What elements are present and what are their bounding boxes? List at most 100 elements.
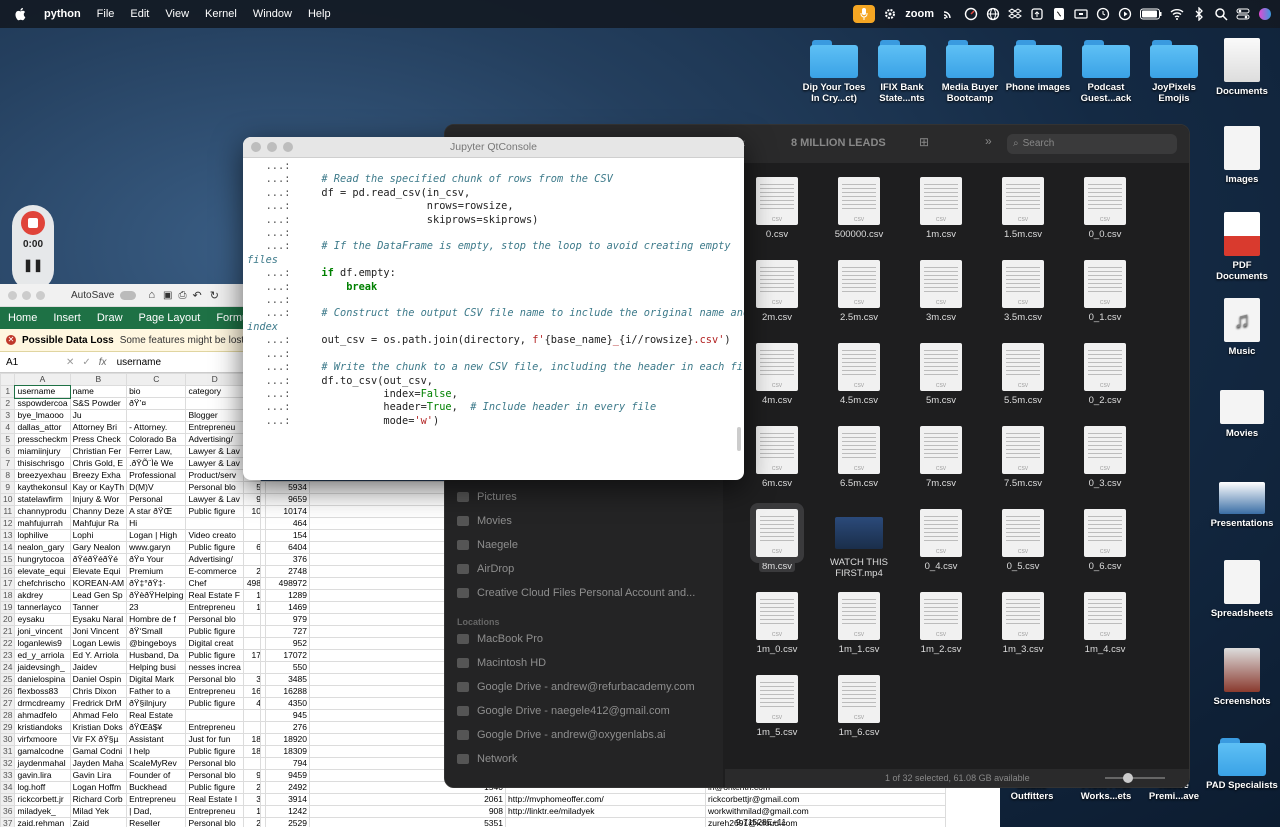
column-header[interactable]: C <box>126 373 187 386</box>
table-cell[interactable]: 154 <box>265 529 310 542</box>
table-cell[interactable]: Lawyer & Lav <box>185 493 244 506</box>
file-csv[interactable]: CSV 6m.csv <box>739 426 815 489</box>
redo-icon[interactable]: ↻ <box>210 289 219 302</box>
table-cell[interactable]: Public figure <box>185 505 244 518</box>
table-cell[interactable]: Public figure <box>185 697 244 710</box>
file-csv[interactable]: CSV 8m.csv <box>739 503 815 572</box>
table-cell[interactable]: virfxmoore <box>14 733 71 746</box>
table-cell[interactable]: Colorado Ba <box>126 433 187 446</box>
row-header[interactable]: 36 <box>0 805 16 818</box>
table-cell[interactable]: loganlewis9 <box>14 637 71 650</box>
table-cell[interactable]: Reseller <box>126 817 187 827</box>
globe-icon[interactable] <box>986 7 1000 21</box>
table-cell[interactable]: Jayden Maha <box>69 757 128 770</box>
table-cell[interactable]: Advertising/ <box>185 433 244 446</box>
table-cell[interactable]: Helping busi <box>126 661 187 674</box>
table-cell[interactable]: 952 <box>242 637 260 650</box>
table-cell[interactable]: Public figure <box>185 745 244 758</box>
table-cell[interactable]: 18309 <box>265 745 310 758</box>
table-cell[interactable]: breezyexhau <box>14 469 71 482</box>
row-header[interactable]: 29 <box>0 721 16 734</box>
table-cell[interactable]: 9659 <box>265 493 310 506</box>
table-cell[interactable]: 727 <box>242 625 260 638</box>
table-cell[interactable]: www.garyn <box>126 541 187 554</box>
table-cell[interactable]: 464 <box>242 517 260 530</box>
table-cell[interactable]: Joni Vincent <box>69 625 128 638</box>
row-header[interactable]: 16 <box>0 565 16 578</box>
table-cell[interactable]: Entrepreneu <box>185 721 244 734</box>
table-cell[interactable]: Tanner <box>69 601 128 614</box>
cast-icon[interactable] <box>942 7 956 21</box>
table-cell[interactable]: 727 <box>265 625 310 638</box>
table-cell[interactable]: 2748 <box>242 565 260 578</box>
row-header[interactable]: 8 <box>0 469 16 482</box>
file-csv[interactable]: CSV 1m_1.csv <box>821 592 897 655</box>
table-cell[interactable]: username <box>13 384 72 399</box>
table-cell[interactable]: Assistant <box>126 733 187 746</box>
row-header[interactable]: 9 <box>0 481 16 494</box>
table-cell[interactable]: Gary Nealon <box>69 541 128 554</box>
table-cell[interactable]: Father to a <box>126 685 187 698</box>
file-csv[interactable]: CSV 5m.csv <box>903 343 979 406</box>
table-cell[interactable]: 276 <box>242 721 260 734</box>
table-cell[interactable]: 498972 <box>265 577 310 590</box>
table-cell[interactable]: 1469 <box>265 601 310 614</box>
file-csv[interactable]: CSV 0_2.csv <box>1067 343 1143 406</box>
table-cell[interactable] <box>185 517 244 530</box>
table-cell[interactable]: Entrepreneu <box>185 805 244 818</box>
table-cell[interactable]: I help <box>126 745 187 758</box>
file-csv[interactable]: CSV 500000.csv <box>821 177 897 240</box>
table-cell[interactable]: .ðŸÕ¨Ìè We <box>126 457 187 470</box>
table-cell[interactable]: Personal blo <box>185 613 244 626</box>
table-cell[interactable]: Personal blo <box>185 757 244 770</box>
row-header[interactable]: 18 <box>0 589 16 602</box>
table-cell[interactable]: Ahmad Felo <box>69 709 128 722</box>
sidebar-item-google-drive-refurb[interactable]: Google Drive - andrew@refurbacademy.com <box>457 681 695 693</box>
file-csv[interactable]: CSV 7.5m.csv <box>985 426 1061 489</box>
column-header[interactable]: B <box>69 373 128 386</box>
row-header[interactable]: 1 <box>0 385 16 398</box>
table-cell[interactable]: Entrepreneu <box>185 685 244 698</box>
file-csv[interactable]: CSV 1.5m.csv <box>985 177 1061 240</box>
file-csv[interactable]: CSV 4m.csv <box>739 343 815 406</box>
table-cell[interactable]: Chef <box>185 577 244 590</box>
table-cell[interactable]: ðŸ’¤ <box>126 397 187 410</box>
stop-recording-button[interactable] <box>21 211 45 235</box>
apple-icon[interactable] <box>14 7 26 21</box>
minimize-window-button[interactable] <box>22 290 31 300</box>
file-video[interactable]: WATCH THIS FIRST.mp4 <box>821 509 897 579</box>
table-cell[interactable]: nesses increa <box>185 661 244 674</box>
table-cell[interactable]: Logan Lewis <box>69 637 128 650</box>
table-cell[interactable]: ðŸ‡°ðŸ‡· <box>126 577 187 590</box>
view-grid-icon[interactable]: ⊞ <box>919 135 929 149</box>
table-cell[interactable]: chefchrischo <box>14 577 71 590</box>
table-cell[interactable]: | Dad, <box>126 805 187 818</box>
table-cell[interactable]: Premium <box>126 565 187 578</box>
sidebar-item-google-drive-oxygen[interactable]: Google Drive - andrew@oxygenlabs.ai <box>457 729 665 741</box>
clock-icon[interactable] <box>1096 7 1110 21</box>
desktop-folder-podcast-guest[interactable]: Podcast Guest...ack <box>1070 40 1142 104</box>
accept-formula-icon[interactable]: ✓ <box>82 357 90 368</box>
table-cell[interactable]: ed_y_arriola <box>14 649 71 662</box>
row-header[interactable]: 13 <box>0 529 16 542</box>
table-cell[interactable]: jaidevsingh_ <box>14 661 71 674</box>
table-cell[interactable]: akdrey <box>14 589 71 602</box>
table-cell[interactable]: 2492 <box>265 781 310 794</box>
row-header[interactable]: 11 <box>0 505 16 518</box>
table-cell[interactable]: channyprodu <box>14 505 71 518</box>
table-cell[interactable]: Lophi <box>69 529 128 542</box>
table-cell[interactable]: Ferrer Law, <box>126 445 187 458</box>
desktop-folder-joypixels[interactable]: JoyPixels Emojis <box>1138 40 1210 104</box>
table-cell[interactable]: Personal blo <box>185 673 244 686</box>
table-cell[interactable]: Zaid <box>69 817 128 827</box>
home-icon[interactable]: ⌂ <box>148 289 155 301</box>
table-cell[interactable]: 6404 <box>242 541 260 554</box>
table-cell[interactable]: Gavin Lira <box>69 769 128 782</box>
tab-insert[interactable]: Insert <box>53 312 81 324</box>
cancel-formula-icon[interactable]: ✕ <box>66 357 74 368</box>
file-csv[interactable]: CSV 5.5m.csv <box>985 343 1061 406</box>
table-cell[interactable]: Fredrick DrM <box>69 697 128 710</box>
table-cell[interactable]: 498972 <box>242 577 260 590</box>
table-cell[interactable]: 18309 <box>242 745 260 758</box>
table-cell[interactable]: Logan | High <box>126 529 187 542</box>
